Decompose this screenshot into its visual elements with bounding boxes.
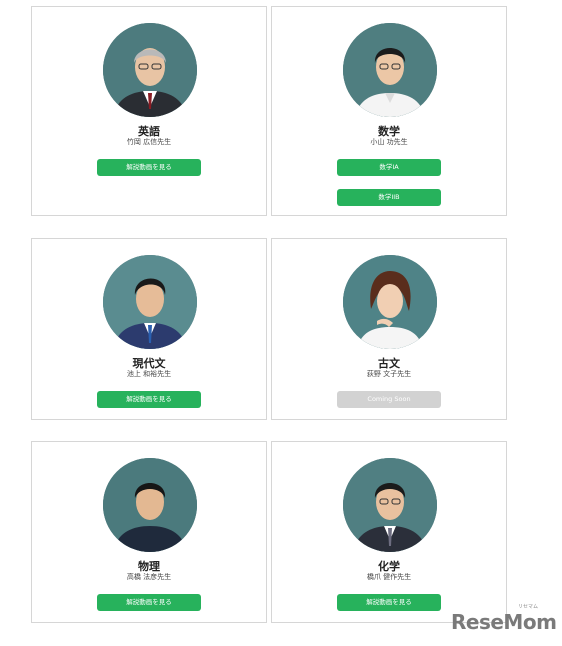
- coming-soon-button: Coming Soon: [337, 391, 441, 408]
- teacher-name: 池上 和裕先生: [126, 370, 172, 378]
- teacher-photo: [343, 458, 437, 552]
- math-ia-button[interactable]: 数学IA: [337, 159, 441, 176]
- teacher-name: 高橋 法彦先生: [126, 573, 172, 581]
- math-iib-button[interactable]: 数学IIB: [337, 189, 441, 206]
- teacher-card-physics: 物理 高橋 法彦先生 解説動画を見る: [31, 441, 267, 623]
- teacher-name: 竹岡 広信先生: [126, 138, 172, 146]
- teacher-card-chemistry: 化学 橋爪 健作先生 解説動画を見る: [271, 441, 507, 623]
- watch-video-button[interactable]: 解説動画を見る: [97, 391, 201, 408]
- watch-video-button[interactable]: 解説動画を見る: [97, 159, 201, 176]
- teacher-card-classical-japanese: 古文 荻野 文子先生 Coming Soon: [271, 238, 507, 420]
- resemom-watermark-logo: ReseMom: [451, 610, 557, 634]
- teacher-photo: [103, 255, 197, 349]
- teacher-card-english: 英語 竹岡 広信先生 解説動画を見る: [31, 6, 267, 216]
- teacher-photo: [103, 458, 197, 552]
- watermark-ruby: リセマム: [518, 604, 539, 610]
- teacher-photo: [343, 23, 437, 117]
- teacher-card-modern-japanese: 現代文 池上 和裕先生 解説動画を見る: [31, 238, 267, 420]
- teacher-name: 荻野 文子先生: [366, 370, 412, 378]
- teacher-grid: 英語 竹岡 広信先生 解説動画を見る 数学 小山 功先生 数学IA 数学IIB: [0, 0, 562, 646]
- teacher-card-math: 数学 小山 功先生 数学IA 数学IIB: [271, 6, 507, 216]
- teacher-name: 橋爪 健作先生: [366, 573, 412, 581]
- teacher-photo: [343, 255, 437, 349]
- watch-video-button[interactable]: 解説動画を見る: [337, 594, 441, 611]
- watch-video-button[interactable]: 解説動画を見る: [97, 594, 201, 611]
- teacher-name: 小山 功先生: [370, 138, 408, 146]
- teacher-photo: [103, 23, 197, 117]
